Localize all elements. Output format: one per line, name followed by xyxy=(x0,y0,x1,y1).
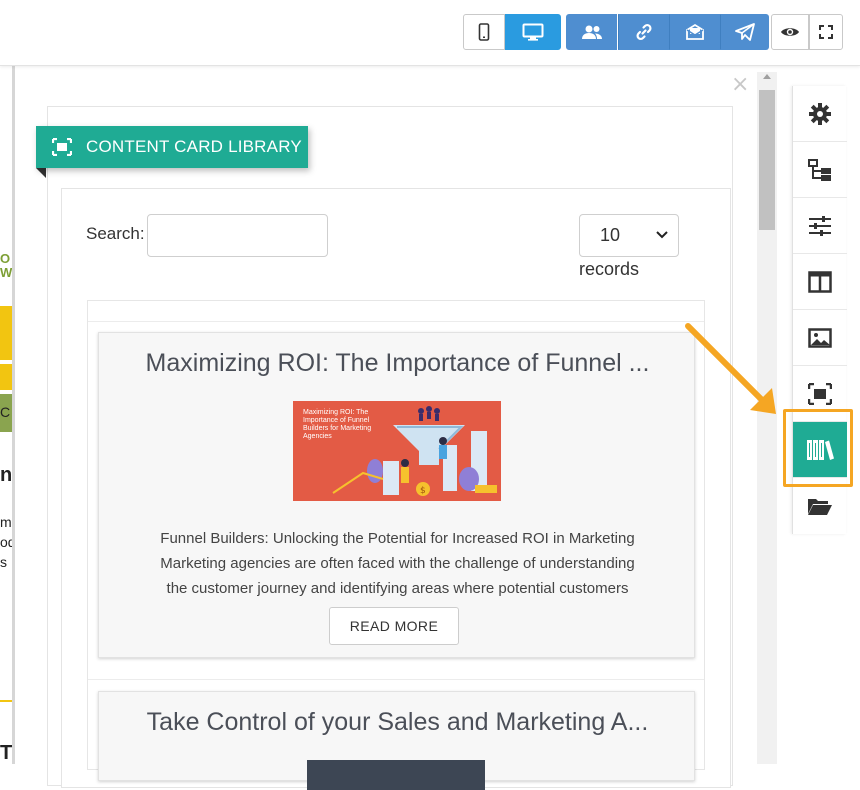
card-description: Funnel Builders: Unlocking the Potential… xyxy=(119,526,676,601)
sliders-icon xyxy=(809,215,831,236)
close-button[interactable]: × xyxy=(731,72,749,97)
library-banner: CONTENT CARD LIBRARY xyxy=(36,126,308,168)
banner-title: CONTENT CARD LIBRARY xyxy=(86,137,302,156)
users-icon xyxy=(581,25,602,39)
link-button[interactable] xyxy=(618,14,669,50)
svg-text:$: $ xyxy=(420,486,426,496)
link-icon xyxy=(635,23,652,41)
banner-fold xyxy=(36,168,46,178)
gear-icon xyxy=(809,102,831,125)
desktop-view-button[interactable] xyxy=(505,14,561,50)
card-description-line: Marketing agencies are often faced with … xyxy=(160,555,635,572)
scroll-up-arrow[interactable] xyxy=(763,74,771,79)
card-description-line: the customer journey and identifying are… xyxy=(166,580,629,597)
eye-icon xyxy=(781,28,799,36)
read-more-button[interactable]: READ MORE xyxy=(329,607,459,645)
send-button[interactable] xyxy=(720,14,769,50)
layout-button[interactable] xyxy=(793,254,847,310)
expand-icon xyxy=(819,25,833,39)
top-toolbar xyxy=(0,0,860,66)
folder-open-icon xyxy=(808,499,832,515)
settings-button[interactable] xyxy=(793,86,847,142)
content-card-icon xyxy=(52,138,72,156)
content-card-list: Maximizing ROI: The Importance of Funnel… xyxy=(87,300,705,790)
annotation-arrow-icon xyxy=(685,323,776,414)
scrollbar-thumb[interactable] xyxy=(759,90,775,230)
card-thumbnail[interactable] xyxy=(307,760,485,790)
image-button[interactable] xyxy=(793,310,847,366)
card-description-line: Funnel Builders: Unlocking the Potential… xyxy=(160,530,635,547)
chevron-down-icon xyxy=(656,231,668,239)
mobile-icon xyxy=(478,23,490,41)
image-icon xyxy=(808,327,832,348)
page-edge xyxy=(12,66,15,764)
card-title[interactable]: Take Control of your Sales and Marketing… xyxy=(99,708,696,737)
highlight-box xyxy=(783,409,853,487)
search-label: Search: xyxy=(86,224,145,243)
paper-plane-icon xyxy=(734,23,755,41)
content-card-icon xyxy=(808,382,832,405)
fullscreen-button[interactable] xyxy=(809,14,843,50)
records-select-value: 10 xyxy=(600,225,621,245)
card-thumbnail[interactable]: Maximizing ROI: The Importance of Funnel… xyxy=(293,401,501,501)
records-label: records xyxy=(579,259,640,279)
users-button[interactable] xyxy=(566,14,617,50)
list-item: Maximizing ROI: The Importance of Funnel… xyxy=(98,332,695,658)
email-icon xyxy=(685,23,704,40)
list-divider xyxy=(88,679,704,680)
content-card-library-panel: × CONTENT CARD LIBRARY Search: 10 record… xyxy=(22,66,778,790)
background-page: OWI C ne me od s Th xyxy=(0,66,22,764)
desktop-icon xyxy=(522,23,544,41)
sitemap-icon xyxy=(808,158,831,181)
list-item: Take Control of your Sales and Marketing… xyxy=(98,691,696,790)
funnel-illustration: $ xyxy=(332,406,497,496)
search-input[interactable] xyxy=(147,214,328,257)
mobile-view-button[interactable] xyxy=(463,14,505,50)
columns-icon xyxy=(808,270,832,293)
records-per-page-select[interactable]: 10 xyxy=(579,214,679,257)
card-title[interactable]: Maximizing ROI: The Importance of Funnel… xyxy=(99,349,696,378)
preview-button[interactable] xyxy=(771,14,809,50)
adjustments-button[interactable] xyxy=(793,198,847,254)
email-button[interactable] xyxy=(669,14,720,50)
structure-button[interactable] xyxy=(793,142,847,198)
list-divider xyxy=(88,321,704,322)
